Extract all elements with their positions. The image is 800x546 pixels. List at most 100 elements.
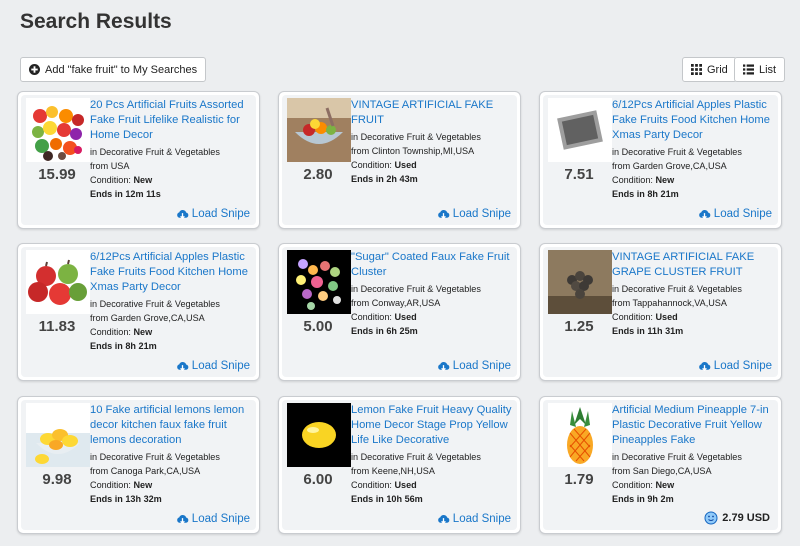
listing-category: in Decorative Fruit & Vegetables: [90, 147, 220, 157]
listing-location: from Keene,NH,USA: [351, 466, 435, 476]
listing-ends-in: Ends in 11h 31m: [612, 326, 684, 336]
listing-card: 15.99 20 Pcs Artificial Fruits Assorted …: [17, 91, 260, 229]
listing-card: 11.83 6/12Pcs Artificial Apples Plastic …: [17, 243, 260, 381]
add-to-my-searches-button[interactable]: Add "fake fruit" to My Searches: [20, 57, 207, 82]
listing-category: in Decorative Fruit & Vegetables: [351, 284, 481, 294]
listing-card: 5.00 "Sugar" Coated Faux Fake Fruit Clus…: [278, 243, 521, 381]
load-snipe-button[interactable]: Load Snipe: [437, 208, 511, 220]
load-snipe-button[interactable]: Load Snipe: [176, 513, 250, 525]
load-snipe-button[interactable]: Load Snipe: [176, 208, 250, 220]
listing-category: in Decorative Fruit & Vegetables: [90, 299, 220, 309]
list-icon: [743, 64, 754, 75]
load-snipe-label: Load Snipe: [191, 208, 250, 220]
listing-card: 6.00 Lemon Fake Fruit Heavy Quality Home…: [278, 396, 521, 534]
listing-price: 9.98: [42, 471, 72, 488]
grid-icon: [691, 64, 702, 75]
listing-condition: Condition: Used: [612, 312, 678, 322]
listing-card: 1.79 Artificial Medium Pineapple 7-in Pl…: [539, 396, 782, 534]
load-snipe-label: Load Snipe: [452, 360, 511, 372]
load-snipe-button[interactable]: Load Snipe: [698, 360, 772, 372]
listing-thumbnail[interactable]: [287, 98, 351, 162]
listing-ends-in: Ends in 13h 32m: [90, 494, 162, 504]
listing-title-link[interactable]: VINTAGE ARTIFICIAL FAKE GRAPE CLUSTER FR…: [612, 250, 780, 280]
listing-condition: Condition: New: [612, 175, 675, 185]
listing-title-link[interactable]: 20 Pcs Artificial Fruits Assorted Fake F…: [90, 98, 258, 143]
listing-category: in Decorative Fruit & Vegetables: [351, 452, 481, 462]
listing-title-link[interactable]: 6/12Pcs Artificial Apples Plastic Fake F…: [612, 98, 780, 143]
listing-category: in Decorative Fruit & Vegetables: [90, 452, 220, 462]
listing-thumbnail[interactable]: [548, 98, 612, 162]
listing-thumbnail[interactable]: [26, 403, 90, 467]
listing-category: in Decorative Fruit & Vegetables: [612, 284, 742, 294]
snipe-bid-amount: 2.79 USD: [704, 511, 770, 525]
listing-location: from San Diego,CA,USA: [612, 466, 712, 476]
listing-location: from Clinton Township,MI,USA: [351, 146, 475, 156]
listing-thumbnail[interactable]: [287, 250, 351, 314]
listing-condition: Condition: Used: [351, 480, 417, 490]
load-snipe-button[interactable]: Load Snipe: [698, 208, 772, 220]
listing-price: 5.00: [303, 318, 333, 335]
listing-card: 2.80 VINTAGE ARTIFICIAL FAKE FRUIT in De…: [278, 91, 521, 229]
listing-location: from USA: [90, 161, 130, 171]
listing-title-link[interactable]: 6/12Pcs Artificial Apples Plastic Fake F…: [90, 250, 258, 295]
listing-ends-in: Ends in 9h 2m: [612, 494, 674, 504]
cloud-download-icon: [698, 208, 711, 220]
load-snipe-button[interactable]: Load Snipe: [176, 360, 250, 372]
snipe-bid-label: 2.79 USD: [722, 512, 770, 524]
listing-thumbnail[interactable]: [26, 250, 90, 314]
listing-ends-in: Ends in 8h 21m: [612, 189, 679, 199]
listing-ends-in: Ends in 8h 21m: [90, 341, 157, 351]
listing-title-link[interactable]: Lemon Fake Fruit Heavy Quality Home Deco…: [351, 403, 519, 448]
listing-price: 1.79: [564, 471, 594, 488]
grid-view-label: Grid: [707, 63, 728, 76]
listing-ends-in: Ends in 10h 56m: [351, 494, 423, 504]
listing-thumbnail[interactable]: [548, 250, 612, 314]
cloud-download-icon: [437, 360, 450, 372]
cloud-download-icon: [698, 360, 711, 372]
plus-circle-icon: [29, 64, 40, 75]
listing-card: 7.51 6/12Pcs Artificial Apples Plastic F…: [539, 91, 782, 229]
listing-thumbnail[interactable]: [548, 403, 612, 467]
listing-condition: Condition: Used: [351, 160, 417, 170]
listing-location: from Garden Grove,CA,USA: [90, 313, 205, 323]
grid-view-button[interactable]: Grid: [682, 57, 737, 82]
listing-location: from Canoga Park,CA,USA: [90, 466, 201, 476]
cloud-download-icon: [437, 513, 450, 525]
listing-price: 6.00: [303, 471, 333, 488]
listing-price: 15.99: [38, 166, 76, 183]
load-snipe-label: Load Snipe: [452, 208, 511, 220]
listing-condition: Condition: New: [90, 175, 153, 185]
load-snipe-label: Load Snipe: [713, 208, 772, 220]
listing-category: in Decorative Fruit & Vegetables: [351, 132, 481, 142]
listing-price: 2.80: [303, 166, 333, 183]
load-snipe-label: Load Snipe: [452, 513, 511, 525]
listing-thumbnail[interactable]: [26, 98, 90, 162]
load-snipe-label: Load Snipe: [713, 360, 772, 372]
add-to-my-searches-label: Add "fake fruit" to My Searches: [45, 63, 198, 76]
cloud-download-icon: [176, 208, 189, 220]
listing-location: from Conway,AR,USA: [351, 298, 441, 308]
listing-card: 9.98 10 Fake artificial lemons lemon dec…: [17, 396, 260, 534]
list-view-label: List: [759, 63, 777, 76]
listing-title-link[interactable]: Artificial Medium Pineapple 7-in Plastic…: [612, 403, 780, 448]
listing-price: 11.83: [38, 318, 76, 335]
load-snipe-button[interactable]: Load Snipe: [437, 360, 511, 372]
listing-location: from Garden Grove,CA,USA: [612, 161, 727, 171]
list-view-button[interactable]: List: [734, 57, 786, 82]
listing-category: in Decorative Fruit & Vegetables: [612, 147, 742, 157]
listing-condition: Condition: New: [612, 480, 675, 490]
listing-title-link[interactable]: 10 Fake artificial lemons lemon decor ki…: [90, 403, 258, 448]
load-snipe-label: Load Snipe: [191, 513, 250, 525]
smiley-icon: [704, 511, 718, 525]
listing-condition: Condition: New: [90, 327, 153, 337]
cloud-download-icon: [437, 208, 450, 220]
load-snipe-label: Load Snipe: [191, 360, 250, 372]
listing-title-link[interactable]: "Sugar" Coated Faux Fake Fruit Cluster: [351, 250, 519, 280]
page-title: Search Results: [20, 10, 172, 33]
cloud-download-icon: [176, 513, 189, 525]
listing-condition: Condition: New: [90, 480, 153, 490]
listing-title-link[interactable]: VINTAGE ARTIFICIAL FAKE FRUIT: [351, 98, 519, 128]
listing-location: from Tappahannock,VA,USA: [612, 298, 727, 308]
load-snipe-button[interactable]: Load Snipe: [437, 513, 511, 525]
listing-thumbnail[interactable]: [287, 403, 351, 467]
